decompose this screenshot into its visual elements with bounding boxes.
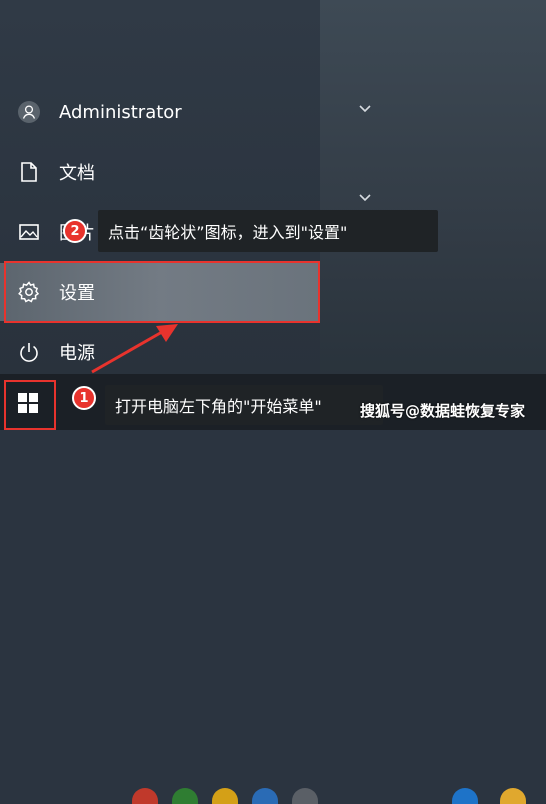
step1-text: 打开电脑左下角的"开始菜单" — [115, 397, 322, 416]
taskbar-app-icon[interactable] — [132, 788, 158, 804]
watermark: 搜狐号@数据蛙恢复专家 — [360, 402, 526, 420]
step2-number: 2 — [70, 223, 80, 239]
taskbar-app-icon[interactable] — [172, 788, 198, 804]
step1-badge: 1 — [72, 386, 96, 410]
step2-badge: 2 — [63, 219, 87, 243]
taskbar-app-icon[interactable] — [292, 788, 318, 804]
taskbar-app-icon[interactable] — [212, 788, 238, 804]
step2-text: 点击“齿轮状”图标，进入到"设置" — [108, 223, 348, 242]
taskbar-app-icon[interactable] — [252, 788, 278, 804]
step1-callout: 打开电脑左下角的"开始菜单" — [105, 385, 383, 425]
start-button-highlight-box — [4, 380, 56, 430]
taskbar-app-icon[interactable] — [452, 788, 478, 804]
step1-number: 1 — [79, 390, 89, 406]
taskbar-app-icon[interactable] — [500, 788, 526, 804]
step2-callout: 点击“齿轮状”图标，进入到"设置" — [98, 210, 438, 252]
